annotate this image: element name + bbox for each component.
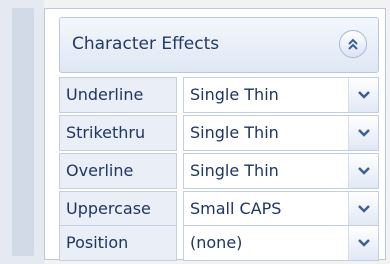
panel-title: Character Effects (72, 34, 220, 54)
chevron-down-icon (358, 91, 370, 99)
underline-value: Single Thin (190, 85, 279, 104)
position-value: (none) (190, 233, 243, 252)
collapse-button[interactable] (339, 30, 367, 58)
overline-row: Overline Single Thin (59, 153, 379, 189)
chevron-down-icon (358, 129, 370, 137)
uppercase-row: Uppercase Small CAPS (59, 191, 379, 227)
overline-select[interactable]: Single Thin (183, 153, 379, 189)
underline-label: Underline (59, 77, 177, 113)
position-label: Position (59, 225, 177, 261)
underline-dropdown-button[interactable] (348, 78, 378, 112)
underline-select[interactable]: Single Thin (183, 77, 379, 113)
uppercase-label: Uppercase (59, 191, 177, 227)
strikethru-select[interactable]: Single Thin (183, 115, 379, 151)
sidebar-panel (12, 8, 34, 256)
character-effects-panel: Character Effects Underline Single Thin … (44, 8, 386, 261)
strikethru-label: Strikethru (59, 115, 177, 151)
chevron-down-icon (358, 239, 370, 247)
strikethru-value: Single Thin (190, 123, 279, 142)
underline-row: Underline Single Thin (59, 77, 379, 113)
overline-dropdown-button[interactable] (348, 154, 378, 188)
left-sidebar (0, 0, 44, 264)
position-row: Position (none) (59, 225, 379, 261)
uppercase-dropdown-button[interactable] (348, 192, 378, 226)
uppercase-value: Small CAPS (190, 199, 282, 218)
overline-value: Single Thin (190, 161, 279, 180)
chevron-down-icon (358, 167, 370, 175)
uppercase-select[interactable]: Small CAPS (183, 191, 379, 227)
overline-label: Overline (59, 153, 177, 189)
position-dropdown-button[interactable] (348, 226, 378, 260)
strikethru-dropdown-button[interactable] (348, 116, 378, 150)
position-select[interactable]: (none) (183, 225, 379, 261)
strikethru-row: Strikethru Single Thin (59, 115, 379, 151)
double-chevron-up-icon (348, 38, 358, 50)
panel-header: Character Effects (59, 17, 379, 73)
chevron-down-icon (358, 205, 370, 213)
